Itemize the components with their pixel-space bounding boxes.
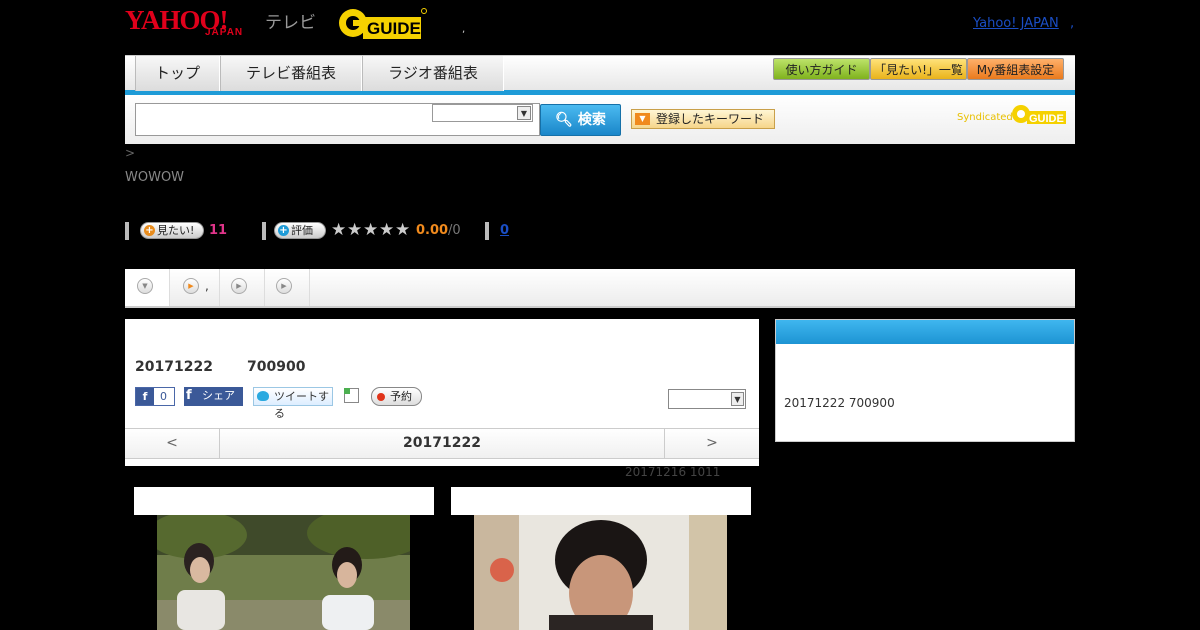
tab-second[interactable]: ▶ ,: [170, 269, 220, 306]
play-icon: ▶: [276, 278, 292, 294]
reserve-label: 予約: [390, 390, 412, 403]
registered-keywords-button[interactable]: ▼ 登録したキーワード: [631, 109, 775, 129]
side-panel-header: [776, 320, 1074, 344]
tv-logo-text: テレビ: [265, 13, 316, 33]
want-list-button[interactable]: 「見たい!」一覧: [870, 58, 967, 80]
yahoo-japan-logo-text: JAPAN: [205, 27, 244, 38]
review-count-link[interactable]: 0: [500, 223, 509, 238]
previous-date-link[interactable]: <: [125, 429, 220, 458]
facebook-icon: f: [186, 388, 192, 403]
facebook-like-button[interactable]: f 0: [135, 387, 175, 406]
gguide-logo[interactable]: GUIDE: [335, 7, 427, 39]
next-date-link[interactable]: >: [664, 429, 759, 458]
tab-program-info[interactable]: ▼: [125, 269, 170, 306]
chevron-down-icon: ▼: [137, 278, 153, 294]
play-icon: ▶: [183, 278, 199, 294]
thumbnail-title-bar: [134, 487, 434, 515]
main-nav: トップ テレビ番組表 ラジオ番組表 使い方ガイド 「見たい!」一覧 My番組表設…: [125, 55, 1075, 95]
twitter-bird-icon: [257, 391, 269, 401]
facebook-share-label: シェア: [202, 389, 235, 402]
tab-fourth[interactable]: ▶: [265, 269, 310, 306]
chevron-down-icon: ▼: [517, 106, 531, 120]
facebook-share-button[interactable]: f シェア: [184, 387, 243, 406]
divider: [485, 222, 489, 240]
tab-top[interactable]: トップ: [135, 56, 220, 91]
rate-button[interactable]: + 評価: [274, 222, 326, 239]
usage-guide-button[interactable]: 使い方ガイド: [773, 58, 870, 80]
syndicated-label: Syndicated: [957, 112, 1013, 123]
rating-out-of: /0: [448, 223, 461, 238]
tweet-button[interactable]: ツイートする: [253, 387, 333, 420]
search-button[interactable]: 🔍︎ 検索: [540, 104, 621, 136]
yahoo-japan-link[interactable]: Yahoo! JAPAN: [973, 16, 1059, 31]
search-icon: 🔍︎: [555, 112, 573, 128]
tweet-label: ツイートする: [274, 390, 329, 420]
star-icon: ★: [331, 220, 347, 240]
program-action-select[interactable]: ▼: [668, 389, 746, 409]
scene-photo-2[interactable]: [474, 515, 727, 630]
svg-text:GUIDE: GUIDE: [367, 19, 421, 38]
header-link-separator: ,: [1070, 16, 1075, 31]
breadcrumb[interactable]: >: [125, 146, 135, 160]
side-panel: 20171222 700900: [775, 319, 1075, 442]
want-button[interactable]: + 見たい!: [140, 222, 204, 239]
current-date: 20171222: [403, 435, 481, 451]
calendar-add-icon[interactable]: [344, 388, 359, 403]
plus-icon: +: [278, 225, 289, 236]
my-schedule-settings-button[interactable]: My番組表設定: [967, 58, 1064, 80]
rating-score: 0.00: [416, 223, 449, 238]
record-dot-icon: [377, 393, 385, 401]
thumbnail-title-bar: [451, 487, 751, 515]
chevron-down-icon: ▼: [731, 392, 744, 406]
side-panel-airtime: 20171222 700900: [784, 396, 895, 410]
star-icon: ★: [347, 220, 363, 240]
tab-tv-schedule[interactable]: テレビ番組表: [220, 56, 362, 91]
air-time: 700900: [247, 359, 306, 375]
star-icon: ★: [395, 220, 411, 240]
air-date: 20171222: [135, 359, 213, 375]
play-icon: ▶: [231, 278, 247, 294]
svg-text:GUIDE: GUIDE: [1029, 113, 1064, 125]
tab-radio-schedule[interactable]: ラジオ番組表: [362, 56, 504, 91]
program-detail-panel: 20171222 700900 f 0 f シェア ツイートする 予約 ▼ < …: [125, 319, 759, 466]
reserve-recording-button[interactable]: 予約: [371, 387, 422, 406]
want-count: 11: [209, 223, 228, 238]
rate-label: 評価: [291, 224, 313, 237]
facebook-like-count: 0: [160, 390, 167, 403]
star-icon: ★: [379, 220, 395, 240]
syndicated-gguide-logo: GUIDE: [1012, 105, 1066, 125]
tab-third[interactable]: ▶: [220, 269, 265, 306]
date-navigation: < 20171222 >: [125, 428, 759, 459]
dropdown-arrow-icon: ▼: [635, 113, 650, 125]
registered-keywords-label: 登録したキーワード: [656, 112, 765, 126]
search-button-label: 検索: [577, 112, 606, 128]
updated-timestamp: 20171216 1011: [625, 465, 721, 479]
star-icon: ★: [363, 220, 379, 240]
scene-photo-1[interactable]: [157, 515, 410, 630]
channel-name: WOWOW: [125, 170, 185, 185]
divider: [262, 222, 266, 240]
search-category-select[interactable]: ▼: [432, 104, 533, 122]
program-tabs: ▼ ▶ , ▶ ▶: [125, 269, 1075, 308]
divider: [125, 222, 129, 240]
plus-icon: +: [144, 225, 155, 236]
facebook-icon: f: [136, 388, 154, 405]
tab-second-label: ,: [205, 279, 209, 293]
header-separator: ,: [462, 24, 466, 35]
search-bar: ▼ 🔍︎ 検索 ▼ 登録したキーワード Syndicated GUIDE: [125, 95, 1075, 144]
want-label: 見たい!: [157, 224, 195, 237]
